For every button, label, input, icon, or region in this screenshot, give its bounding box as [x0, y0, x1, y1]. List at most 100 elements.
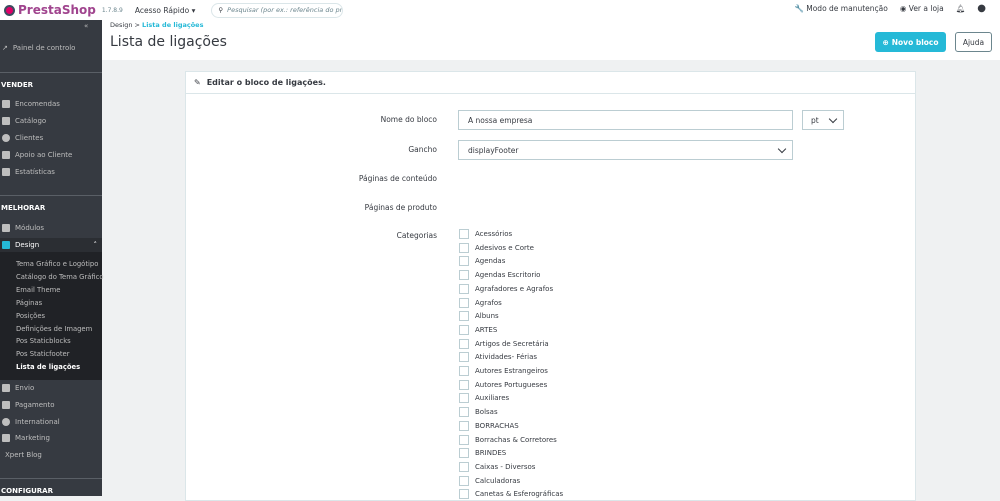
panel-title: Editar o bloco de ligações.: [206, 78, 326, 87]
category-checkbox-item[interactable]: BRINDES: [459, 448, 507, 459]
search-input[interactable]: ⚲ Pesquisar (por ex.: referência do produ: [211, 2, 344, 18]
megaphone-icon: [2, 434, 10, 442]
sidebar-item-stats[interactable]: Estatísticas: [0, 165, 102, 179]
category-label: BRINDES: [475, 449, 507, 458]
categories-label: Categorias: [396, 231, 437, 240]
category-checkbox-item[interactable]: Autores Estrangeiros: [459, 366, 548, 376]
checkbox[interactable]: [459, 407, 469, 418]
category-checkbox-item[interactable]: Agendas Escritorio: [459, 270, 540, 281]
submenu-item[interactable]: Pos Staticfooter: [16, 350, 70, 358]
edit-link-block-panel: ✎ Editar o bloco de ligações. Nome do blo…: [185, 71, 916, 501]
checkbox[interactable]: [459, 461, 469, 472]
basket-icon: [2, 100, 10, 108]
checkbox[interactable]: [459, 352, 469, 363]
checkbox[interactable]: [459, 393, 469, 404]
checkbox[interactable]: [459, 434, 469, 445]
checkbox[interactable]: [459, 475, 469, 486]
new-block-button[interactable]: ⊕ Novo bloco: [875, 32, 946, 52]
submenu-item[interactable]: Email Theme: [16, 286, 60, 294]
checkbox[interactable]: [459, 270, 469, 281]
bell-icon[interactable]: 🔔︎: [956, 4, 966, 13]
truck-icon: [2, 384, 10, 392]
label: Pagamento: [15, 401, 55, 409]
category-label: Borrachas & Corretores: [475, 435, 557, 444]
section-configure: CONFIGURAR: [1, 487, 53, 495]
hook-select[interactable]: displayFooter: [458, 140, 793, 160]
category-checkbox-item[interactable]: Calculadoras: [459, 475, 520, 486]
checkbox[interactable]: [459, 242, 469, 253]
sidebar-item-xpert-blog[interactable]: Xpert Blog: [0, 448, 102, 462]
view-store-link[interactable]: ◉ Ver a loja: [900, 4, 944, 13]
category-checkbox-item[interactable]: Caixas - Diversos: [459, 461, 535, 472]
checkbox[interactable]: [459, 324, 469, 335]
collapse-icon[interactable]: «: [84, 22, 88, 30]
sidebar-item-design[interactable]: Design ˄: [0, 238, 102, 252]
submenu-item[interactable]: Páginas: [16, 299, 42, 307]
sidebar-item-support[interactable]: Apoio ao Cliente: [0, 148, 102, 162]
category-checkbox-item[interactable]: Agendas: [459, 256, 505, 267]
checkbox[interactable]: [459, 489, 469, 500]
category-checkbox-item[interactable]: Albuns: [459, 311, 499, 322]
block-name-input[interactable]: A nossa empresa: [458, 110, 793, 130]
submenu-item[interactable]: Tema Gráfico e Logótipo: [16, 260, 98, 268]
submenu-item[interactable]: Catálogo do Tema Gráfico: [16, 273, 104, 281]
category-checkbox-item[interactable]: Auxiliares: [459, 393, 509, 404]
category-checkbox-item[interactable]: BORRACHAS: [459, 420, 519, 431]
product-pages-label: Páginas de produto: [364, 203, 437, 212]
category-checkbox-item[interactable]: Canetas & Esferográficas: [459, 489, 563, 500]
label: Painel de controlo: [12, 44, 76, 52]
checkbox[interactable]: [459, 366, 469, 376]
checkbox[interactable]: [459, 448, 469, 459]
plus-circle-icon: ⊕: [882, 37, 889, 47]
category-checkbox-item[interactable]: Autores Portugueses: [459, 379, 547, 390]
search-placeholder: Pesquisar (por ex.: referência do produ: [227, 6, 344, 14]
category-checkbox-item[interactable]: ARTES: [459, 324, 497, 335]
submenu-item-active[interactable]: Lista de ligações: [16, 363, 80, 371]
label: Encomendas: [15, 100, 60, 108]
section-sell: VENDER: [1, 81, 34, 89]
breadcrumb-parent[interactable]: Design: [110, 21, 132, 29]
checkbox[interactable]: [459, 256, 469, 267]
sidebar-item-dashboard[interactable]: ↗ Painel de controlo: [0, 41, 102, 55]
category-checkbox-item[interactable]: Agrafos: [459, 297, 502, 308]
category-checkbox-item[interactable]: Bolsas: [459, 407, 498, 418]
sidebar-item-catalog[interactable]: Catálogo: [0, 114, 102, 128]
breadcrumb-current[interactable]: Lista de ligações: [142, 21, 203, 29]
sidebar-item-customers[interactable]: Clientes: [0, 131, 102, 145]
maintenance-link[interactable]: 🔧 Modo de manutenção: [795, 4, 888, 13]
sidebar-item-shipping[interactable]: Envio: [0, 381, 102, 395]
view-store-label: Ver a loja: [908, 4, 944, 13]
hook-label: Gancho: [408, 145, 437, 154]
language-select[interactable]: pt: [802, 110, 844, 130]
sidebar-item-orders[interactable]: Encomendas: [0, 97, 102, 111]
category-checkbox-item[interactable]: Acessórios: [459, 229, 512, 239]
label: Clientes: [15, 134, 44, 142]
category-checkbox-item[interactable]: Atividades- Férias: [459, 352, 537, 363]
category-checkbox-item[interactable]: Borrachas & Corretores: [459, 434, 557, 445]
prestashop-logo[interactable]: PrestaShop: [4, 3, 96, 17]
category-checkbox-item[interactable]: Agrafadores e Agrafos: [459, 283, 553, 294]
sidebar-item-marketing[interactable]: Marketing: [0, 431, 102, 445]
category-checkbox-item[interactable]: Artigos de Secretária: [459, 338, 549, 349]
user-icon[interactable]: ●: [977, 3, 986, 14]
checkbox[interactable]: [459, 420, 469, 431]
category-checkbox-item[interactable]: Adesivos e Corte: [459, 242, 534, 253]
category-label: Autores Estrangeiros: [475, 367, 548, 375]
sidebar-item-modules[interactable]: Módulos: [0, 221, 102, 235]
sidebar-item-international[interactable]: International: [0, 415, 102, 429]
checkbox[interactable]: [459, 338, 469, 349]
checkbox[interactable]: [459, 229, 469, 239]
checkbox[interactable]: [459, 297, 469, 308]
submenu-item[interactable]: Posições: [16, 312, 45, 320]
sidebar-item-payment[interactable]: Pagamento: [0, 398, 102, 412]
section-improve: MELHORAR: [1, 204, 46, 212]
submenu-item[interactable]: Pos Staticblocks: [16, 337, 71, 345]
page-title: Lista de ligações: [110, 34, 227, 50]
help-button[interactable]: Ajuda: [955, 32, 992, 52]
checkbox[interactable]: [459, 311, 469, 322]
label: Marketing: [15, 434, 50, 442]
submenu-item[interactable]: Definições de Imagem: [16, 325, 92, 333]
checkbox[interactable]: [459, 283, 469, 294]
quick-access-dropdown[interactable]: Acesso Rápido ▾: [135, 6, 196, 15]
checkbox[interactable]: [459, 379, 469, 390]
